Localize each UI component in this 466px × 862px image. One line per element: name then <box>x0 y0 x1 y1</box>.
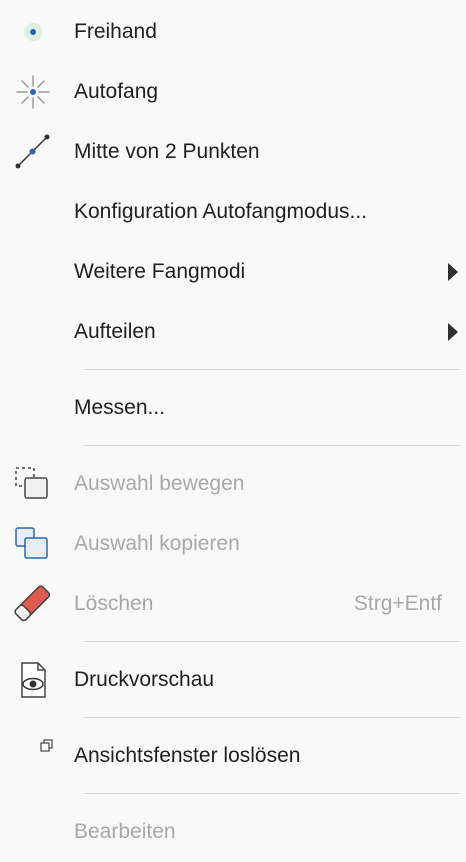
menu-item-weitere-fangmodi[interactable]: Weitere Fangmodi <box>0 242 466 302</box>
menu-item-label: Ansichtsfenster loslösen <box>74 744 301 767</box>
freehand-dot-icon <box>10 12 54 52</box>
menu-item-konfiguration-autofangmodus[interactable]: Konfiguration Autofangmodus... <box>0 182 466 242</box>
menu-separator <box>84 445 460 446</box>
move-selection-icon <box>10 464 54 504</box>
menu-item-label: Löschen <box>74 592 154 615</box>
context-menu: Freihand Autofang Mitte von 2 Punkten Ko… <box>0 0 466 862</box>
submenu-arrow-icon <box>448 263 458 281</box>
menu-separator <box>84 641 460 642</box>
menu-item-label: Auswahl kopieren <box>74 532 240 555</box>
submenu-arrow-icon <box>448 323 458 341</box>
menu-item-auswahl-kopieren: Auswahl kopieren <box>0 514 466 574</box>
autosnap-burst-icon <box>10 72 54 112</box>
menu-item-aufteilen[interactable]: Aufteilen <box>0 302 466 362</box>
menu-item-label: Freihand <box>74 20 157 43</box>
eraser-icon <box>10 584 54 624</box>
menu-item-autofang[interactable]: Autofang <box>0 62 466 122</box>
menu-separator <box>84 793 460 794</box>
shortcut-hint: Strg+Entf <box>353 592 442 615</box>
menu-item-bearbeiten: Bearbeiten <box>0 802 466 862</box>
copy-selection-icon <box>10 524 54 564</box>
menu-item-label: Bearbeiten <box>74 820 176 843</box>
midpoint-line-icon <box>10 132 54 172</box>
menu-separator <box>84 717 460 718</box>
menu-item-label: Messen... <box>74 396 166 419</box>
menu-item-ansichtsfenster-losloesen[interactable]: Ansichtsfenster loslösen <box>0 726 466 786</box>
menu-item-druckvorschau[interactable]: Druckvorschau <box>0 650 466 710</box>
detach-window-icon <box>10 736 54 776</box>
menu-item-loeschen: Löschen Strg+Entf <box>0 574 466 634</box>
menu-item-auswahl-bewegen: Auswahl bewegen <box>0 454 466 514</box>
menu-item-label: Auswahl bewegen <box>74 472 245 495</box>
menu-item-label: Weitere Fangmodi <box>74 260 246 283</box>
menu-item-label: Druckvorschau <box>74 668 215 691</box>
menu-separator <box>84 369 460 370</box>
menu-item-label: Aufteilen <box>74 320 156 343</box>
menu-item-messen[interactable]: Messen... <box>0 378 466 438</box>
print-preview-icon <box>10 660 54 700</box>
menu-item-label: Konfiguration Autofangmodus... <box>74 200 368 223</box>
menu-item-mitte-von-2-punkten[interactable]: Mitte von 2 Punkten <box>0 122 466 182</box>
menu-item-label: Mitte von 2 Punkten <box>74 140 260 163</box>
menu-item-label: Autofang <box>74 80 159 103</box>
menu-item-freihand[interactable]: Freihand <box>0 2 466 62</box>
